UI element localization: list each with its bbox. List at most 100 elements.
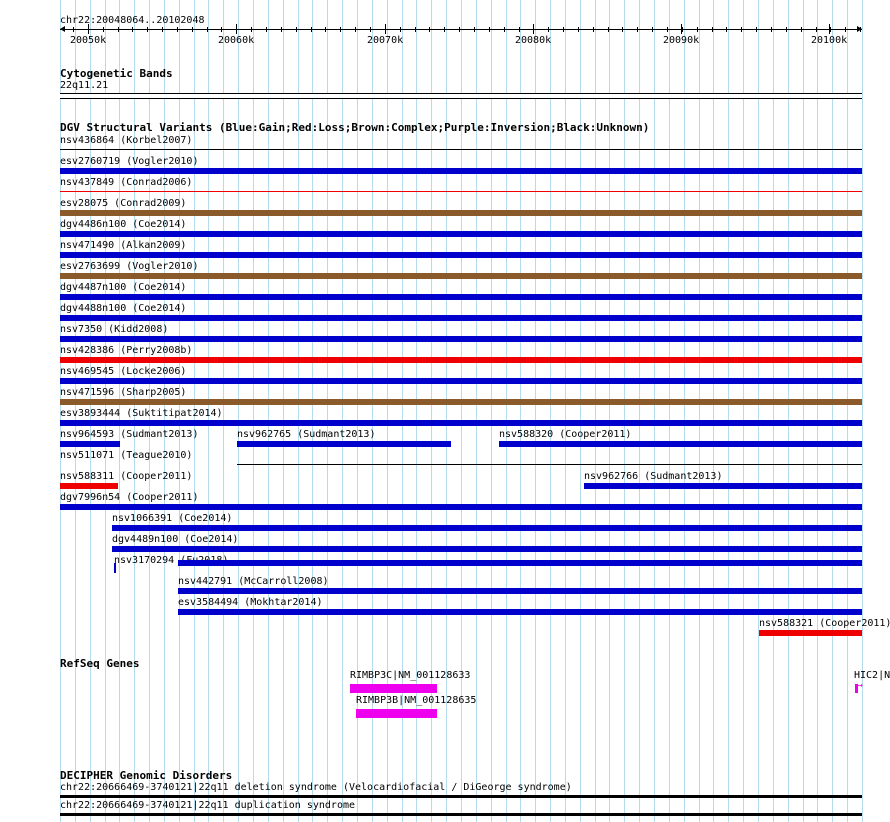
sv-label[interactable]: esv2760719 (Vogler2010)	[60, 156, 198, 168]
sv-bar[interactable]	[60, 273, 862, 279]
sv-bar[interactable]	[499, 441, 862, 447]
ruler-minor-tick	[563, 27, 564, 32]
ruler-minor-tick	[355, 27, 356, 32]
sv-bar[interactable]	[112, 525, 862, 531]
ruler-minor-tick	[236, 27, 237, 32]
ruler-tick-label: 20100k	[811, 35, 848, 46]
ruler-minor-tick	[266, 27, 267, 32]
ruler-minor-tick	[786, 27, 787, 32]
gene-bar[interactable]	[356, 709, 437, 718]
sv-label[interactable]: nsv964593 (Sudmant2013)	[60, 429, 198, 441]
sv-label[interactable]: esv3893444 (Suktitipat2014)	[60, 408, 223, 420]
sv-label[interactable]: dgv4488n100 (Coe2014)	[60, 303, 186, 315]
sv-label[interactable]: nsv1066391 (Coe2014)	[112, 513, 232, 525]
sv-bar[interactable]	[60, 168, 862, 174]
ruler-tick-label: 20080k	[515, 35, 552, 46]
grid-line	[728, 0, 729, 822]
gene-label[interactable]: RIMBP3C|NM_001128633	[350, 670, 470, 682]
sv-label[interactable]: nsv436864 (Korbel2007)	[60, 135, 192, 147]
sv-label[interactable]: nsv469545 (Locke2006)	[60, 366, 186, 378]
disorder-bar[interactable]	[60, 813, 862, 816]
ruler-minor-tick	[474, 27, 475, 32]
sv-bar[interactable]	[584, 483, 862, 489]
sv-label[interactable]: nsv588320 (Cooper2011)	[499, 429, 631, 441]
ruler-minor-tick	[830, 27, 831, 32]
ruler-minor-tick	[103, 27, 104, 32]
sv-bar[interactable]	[178, 609, 862, 615]
sv-label[interactable]: nsv471490 (Alkan2009)	[60, 240, 186, 252]
sv-label[interactable]: dgv4487n100 (Coe2014)	[60, 282, 186, 294]
sv-label[interactable]: dgv7996n54 (Cooper2011)	[60, 492, 198, 504]
sv-bar[interactable]	[60, 504, 862, 510]
sv-bar[interactable]	[60, 231, 862, 237]
sv-bar[interactable]	[60, 357, 862, 363]
sv-bar[interactable]	[178, 588, 862, 594]
sv-bar-marker[interactable]	[114, 563, 116, 569]
sv-label[interactable]: nsv7350 (Kidd2008)	[60, 324, 168, 336]
ruler-minor-tick	[311, 27, 312, 32]
refseq-track-title[interactable]: RefSeq Genes	[60, 657, 139, 670]
sv-label[interactable]: esv3584494 (Mokhtar2014)	[178, 597, 323, 609]
decipher-track-title[interactable]: DECIPHER Genomic Disorders	[60, 769, 232, 782]
sv-label[interactable]: nsv471596 (Sharp2005)	[60, 387, 186, 399]
sv-bar[interactable]	[60, 336, 862, 342]
disorder-bar[interactable]	[60, 795, 862, 798]
sv-label[interactable]: nsv962766 (Sudmant2013)	[584, 471, 722, 483]
gene-label[interactable]: RIMBP3B|NM_001128635	[356, 695, 476, 707]
ruler-minor-tick	[622, 27, 623, 32]
ruler-minor-tick	[697, 27, 698, 32]
sv-bar[interactable]	[112, 546, 862, 552]
sv-bar[interactable]	[60, 252, 862, 258]
sv-bar[interactable]	[60, 210, 862, 216]
sv-label[interactable]: esv28075 (Conrad2009)	[60, 198, 186, 210]
grid-line	[743, 0, 744, 822]
ruler-minor-tick	[177, 27, 178, 32]
ruler-minor-tick	[118, 27, 119, 32]
dgv-track-title[interactable]: DGV Structural Variants (Blue:Gain;Red:L…	[60, 121, 649, 134]
grid-line	[684, 0, 685, 822]
gene-bar[interactable]	[350, 684, 437, 693]
cytoband-track-title[interactable]: Cytogenetic Bands	[60, 67, 173, 80]
grid-line	[832, 0, 833, 822]
disorder-label[interactable]: chr22:20666469-3740121|22q11 deletion sy…	[60, 782, 572, 794]
sv-bar[interactable]	[60, 399, 862, 405]
sv-bar[interactable]	[178, 560, 862, 566]
disorder-label[interactable]: chr22:20666469-3740121|22q11 duplication…	[60, 800, 355, 812]
sv-label[interactable]: nsv437849 (Conrad2006)	[60, 177, 192, 189]
sv-label[interactable]: dgv4489n100 (Coe2014)	[112, 534, 238, 546]
sv-bar[interactable]	[60, 294, 862, 300]
ruler-minor-tick	[816, 27, 817, 32]
ruler-minor-tick	[385, 27, 386, 32]
ruler-minor-tick	[860, 27, 861, 32]
sv-bar[interactable]	[60, 441, 120, 447]
sv-bar[interactable]	[60, 315, 862, 321]
sv-label[interactable]: nsv442791 (McCarroll2008)	[178, 576, 329, 588]
ruler-minor-tick	[726, 27, 727, 32]
sv-label[interactable]: nsv511071 (Teague2010)	[60, 450, 192, 462]
ruler-minor-tick	[162, 27, 163, 32]
sv-label[interactable]: nsv962765 (Sudmant2013)	[237, 429, 375, 441]
ruler-minor-tick	[771, 27, 772, 32]
ruler-minor-tick	[251, 27, 252, 32]
sv-bar[interactable]	[237, 441, 451, 447]
ruler-minor-tick	[801, 27, 802, 32]
ruler-minor-tick	[459, 27, 460, 32]
cytoband-bar[interactable]	[60, 93, 862, 99]
ruler-minor-tick	[296, 27, 297, 32]
ruler-minor-tick	[593, 27, 594, 32]
sv-bar[interactable]	[60, 149, 862, 150]
ruler-minor-tick	[325, 27, 326, 32]
sv-bar[interactable]	[60, 191, 862, 192]
ruler-minor-tick	[548, 27, 549, 32]
grid-line	[817, 0, 818, 822]
sv-bar[interactable]	[759, 630, 862, 636]
sv-label[interactable]: esv2763699 (Vogler2010)	[60, 261, 198, 273]
sv-bar[interactable]	[60, 420, 862, 426]
sv-bar[interactable]	[60, 378, 862, 384]
sv-label[interactable]: dgv4486n100 (Coe2014)	[60, 219, 186, 231]
sv-bar[interactable]	[237, 464, 862, 465]
sv-label[interactable]: nsv588311 (Cooper2011)	[60, 471, 192, 483]
sv-label[interactable]: nsv588321 (Cooper2011)	[759, 618, 890, 630]
sv-bar[interactable]	[60, 483, 118, 489]
sv-label[interactable]: nsv428386 (Perry2008b)	[60, 345, 192, 357]
